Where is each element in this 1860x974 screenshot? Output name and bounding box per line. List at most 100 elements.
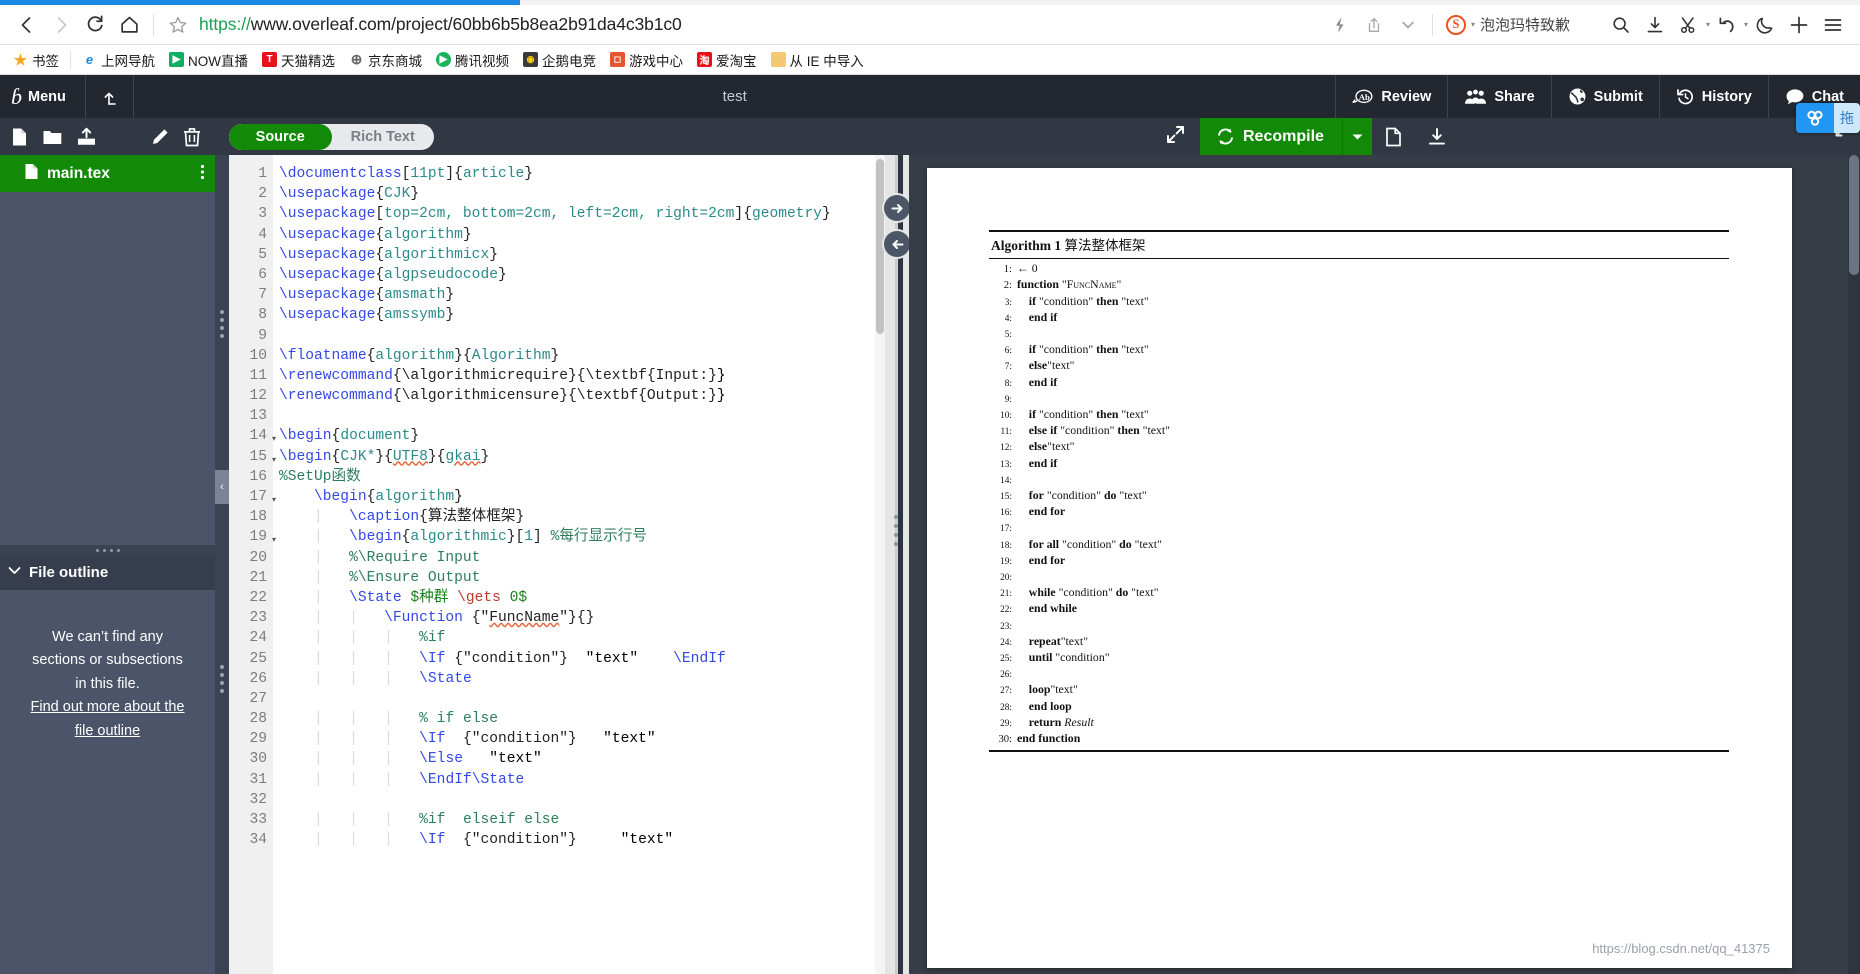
splitter-arrow-left-icon[interactable] [884,231,910,257]
code-line[interactable]: \floatname{algorithm}{Algorithm} [279,346,885,366]
code-line[interactable]: | %\Require Input [279,548,885,568]
pencil-icon[interactable] [151,127,170,146]
sidebar-resize-handle[interactable] [0,545,215,555]
download-icon[interactable] [1638,8,1672,42]
collapse-editor-handle[interactable]: ‹ [215,470,229,504]
code-line[interactable]: \usepackage{amssymb} [279,305,885,325]
pdf-scrollbar[interactable] [1848,155,1860,974]
code-line[interactable]: | \begin{algorithmic}[1] %每行显示行号 [279,527,885,547]
code-line[interactable]: | \State $种群 \gets 0$ [279,588,885,608]
code-line[interactable]: \begin{algorithm} [279,487,885,507]
code-editor[interactable]: 1 2 3 4 5 6 7 8 9 10 11 12 13 14 ▾ 15 ▾ 16 17 ▾ 18 19 ▾ 20 21 22 2… [229,155,885,974]
chevron-down-icon[interactable] [1391,8,1425,42]
download-pdf-icon[interactable] [1415,127,1459,147]
share-icon[interactable] [1357,8,1391,42]
star-outline-icon[interactable] [161,8,195,42]
profile-chip[interactable]: S ▾ 泡泡玛特致歉 [1440,14,1576,35]
hamburger-menu-icon[interactable] [1816,8,1850,42]
rail-drag-dots-icon[interactable] [220,310,224,338]
code-line[interactable]: %SetUp函数 [279,467,885,487]
code-line[interactable] [279,790,885,810]
upload-icon[interactable] [76,127,97,147]
reload-icon[interactable] [78,8,112,42]
code-line[interactable]: | | | %if elseif else [279,810,885,830]
code-line[interactable]: | \caption{算法整体框架} [279,507,885,527]
submit-button[interactable]: Submit [1550,75,1659,118]
trash-icon[interactable] [183,127,201,147]
pdf-page[interactable]: Algorithm 1 算法整体框架 1: ← 0 2: function "Func… [927,168,1792,968]
bookmark-item[interactable]: e 上网导航 [75,50,162,70]
code-line[interactable]: \begin{CJK*}{UTF8}{gkai} [279,447,885,467]
file-outline-help-link-line1[interactable]: Find out more about the [31,699,185,715]
code-line[interactable]: | | | \State [279,669,885,689]
forward-arrow-icon[interactable] [44,8,78,42]
sogou-floating-widget[interactable]: 拖 [1796,103,1860,133]
code-line[interactable]: \begin{document} [279,426,885,446]
code-line[interactable]: \usepackage{algorithmicx} [279,245,885,265]
code-line[interactable] [279,689,885,709]
share-button[interactable]: Share [1447,75,1550,118]
code-line[interactable]: | | | \If {"condition"} "text" \EndIf [279,649,885,669]
editor-scrollbar[interactable] [875,155,885,974]
tab-source[interactable]: Source [229,123,332,150]
file-outline-header[interactable]: File outline [0,555,215,590]
address-bar[interactable]: https://www.overleaf.com/project/60bb6b5… [195,14,1323,35]
scissors-icon[interactable] [1672,8,1706,42]
editor-scrollbar-thumb[interactable] [876,159,884,334]
bookmark-folder-item[interactable]: 从 IE 中导入 [764,50,871,70]
back-to-projects-button[interactable] [86,75,134,118]
search-icon[interactable] [1604,8,1638,42]
code-line[interactable]: | | | % if else [279,709,885,729]
recompile-button[interactable]: Recompile [1200,118,1342,155]
bookmark-item[interactable]: ★ 书签 [6,50,66,70]
pdf-scrollbar-thumb[interactable] [1849,155,1859,275]
file-outline-help-link-line2[interactable]: file outline [75,723,140,739]
menu-button[interactable]: ɓ Menu [0,75,86,118]
review-button[interactable]: Ab Review [1335,75,1447,118]
splitter-arrow-right-icon[interactable] [884,195,910,221]
bookmark-item[interactable]: ◉ 企鹅电竞 [516,50,603,70]
code-line[interactable]: | | \Function {"FuncName"}{} [279,608,885,628]
code-line[interactable] [279,406,885,426]
home-icon[interactable] [112,8,146,42]
code-line[interactable]: \usepackage{algorithm} [279,225,885,245]
code-line[interactable]: | | | \Else "text" [279,749,885,769]
lightning-icon[interactable] [1323,8,1357,42]
bookmark-item[interactable]: ⊕ 京东商城 [342,50,429,70]
code-line[interactable]: \usepackage{CJK} [279,184,885,204]
bookmark-item[interactable]: ▶ NOW直播 [162,50,255,70]
new-file-icon[interactable] [10,127,29,147]
pdf-file-icon[interactable] [1372,127,1415,147]
code-line[interactable]: | | | %if [279,628,885,648]
back-arrow-icon[interactable] [10,8,44,42]
recompile-options-caret[interactable] [1341,118,1372,155]
code-line[interactable]: | | | \If {"condition"} "text" [279,729,885,749]
moon-icon[interactable] [1748,8,1782,42]
history-button[interactable]: History [1658,75,1768,118]
code-content[interactable]: \documentclass[11pt]{article} \usepackage… [273,155,885,974]
code-line[interactable]: | | | \If {"condition"} "text" [279,830,885,850]
code-line[interactable]: \documentclass[11pt]{article} [279,164,885,184]
plus-icon[interactable] [1782,8,1816,42]
code-line[interactable]: \usepackage{algpseudocode} [279,265,885,285]
code-line[interactable]: | | | \EndIf\State [279,770,885,790]
code-line[interactable]: \renewcommand{\algorithmicensure}{\textb… [279,386,885,406]
code-line[interactable]: \usepackage[top=2cm, bottom=2cm, left=2c… [279,204,885,224]
undo-icon[interactable] [1710,8,1744,42]
code-line[interactable] [279,326,885,346]
panel-splitter[interactable] [884,155,910,974]
bookmark-item[interactable]: 淘 爱淘宝 [690,50,764,70]
tab-rich-text[interactable]: Rich Text [332,124,435,150]
code-line[interactable]: \usepackage{amsmath} [279,285,885,305]
bookmark-item[interactable]: ◻ 游戏中心 [603,50,690,70]
expand-diagonal-icon[interactable] [1165,124,1186,150]
file-tree-item-main-tex[interactable]: main.tex [0,155,215,192]
new-folder-icon[interactable] [42,127,63,146]
bookmark-item[interactable]: ▶ 腾讯视频 [429,50,516,70]
kebab-menu-icon[interactable] [200,164,205,184]
rail-drag-dots-icon-2[interactable] [220,665,224,693]
code-line[interactable]: | %\Ensure Output [279,568,885,588]
code-line[interactable]: \renewcommand{\algorithmicrequire}{\text… [279,366,885,386]
active-tab-indicator[interactable] [0,0,520,5]
splitter-drag-dots-icon[interactable] [894,515,898,546]
